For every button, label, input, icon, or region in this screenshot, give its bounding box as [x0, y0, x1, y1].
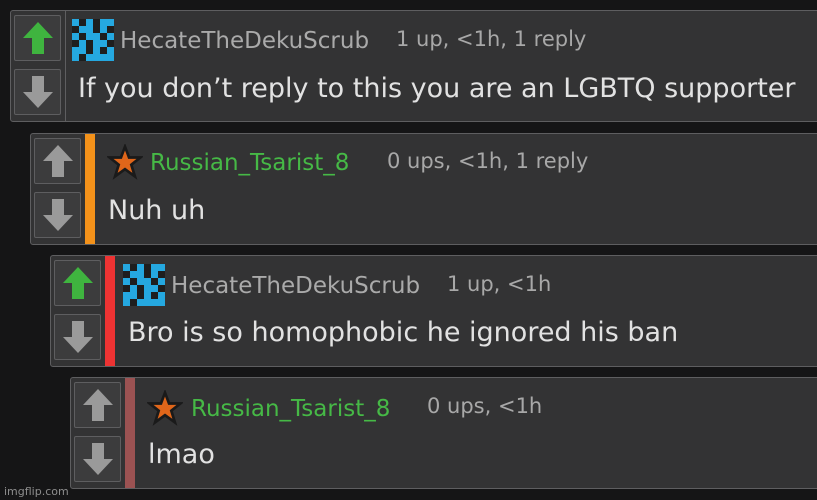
- downvote-arrow-icon: [82, 443, 113, 475]
- comment: Russian_Tsarist_8 0 ups, <1h lmao: [70, 377, 817, 489]
- upvote-arrow-icon: [22, 22, 53, 54]
- comment-meta: 0 ups, <1h, 1 reply: [387, 149, 589, 173]
- comment-text: Bro is so homophobic he ignored his ban: [128, 317, 679, 348]
- downvote-button[interactable]: [54, 314, 101, 360]
- comment: HecateTheDekuScrub 1 up, <1h Bro is so h…: [50, 255, 817, 367]
- vote-column: [11, 11, 66, 121]
- comment: HecateTheDekuScrub 1 up, <1h, 1 reply If…: [10, 10, 817, 122]
- comment-text: Nuh uh: [108, 195, 206, 226]
- thread-accent-bar: [125, 378, 135, 488]
- downvote-button[interactable]: [74, 436, 121, 482]
- downvote-arrow-icon: [62, 321, 93, 353]
- comment-text: If you don’t reply to this you are an LG…: [78, 73, 796, 104]
- imgflip-watermark: imgflip.com: [4, 485, 69, 498]
- upvote-arrow-icon: [82, 389, 113, 421]
- comment-meta: 1 up, <1h, 1 reply: [396, 27, 587, 51]
- upvote-arrow-icon: [62, 267, 93, 299]
- vote-column: [51, 256, 106, 366]
- upvote-arrow-icon: [42, 145, 73, 177]
- downvote-arrow-icon: [22, 76, 53, 108]
- comment: Russian_Tsarist_8 0 ups, <1h, 1 reply Nu…: [30, 133, 817, 245]
- username-link[interactable]: HecateTheDekuScrub: [171, 273, 420, 299]
- blue-pixel-avatar-icon[interactable]: [123, 264, 165, 306]
- thread-accent-bar: [105, 256, 115, 366]
- username-link[interactable]: HecateTheDekuScrub: [120, 28, 369, 54]
- orange-star-icon[interactable]: [147, 390, 183, 426]
- upvote-button[interactable]: [54, 260, 101, 306]
- downvote-button[interactable]: [34, 192, 81, 238]
- vote-column: [31, 134, 86, 244]
- upvote-button[interactable]: [14, 15, 61, 61]
- comment-text: lmao: [148, 439, 215, 470]
- blue-pixel-avatar-icon[interactable]: [72, 19, 114, 61]
- downvote-button[interactable]: [14, 69, 61, 115]
- downvote-arrow-icon: [42, 199, 73, 231]
- comment-meta: 1 up, <1h: [447, 272, 552, 296]
- comment-meta: 0 ups, <1h: [427, 394, 543, 418]
- upvote-button[interactable]: [34, 138, 81, 184]
- vote-column: [71, 378, 126, 488]
- orange-star-icon[interactable]: [107, 144, 143, 180]
- upvote-button[interactable]: [74, 382, 121, 428]
- username-link[interactable]: Russian_Tsarist_8: [191, 396, 390, 422]
- username-link[interactable]: Russian_Tsarist_8: [150, 150, 349, 176]
- thread-accent-bar: [85, 134, 95, 244]
